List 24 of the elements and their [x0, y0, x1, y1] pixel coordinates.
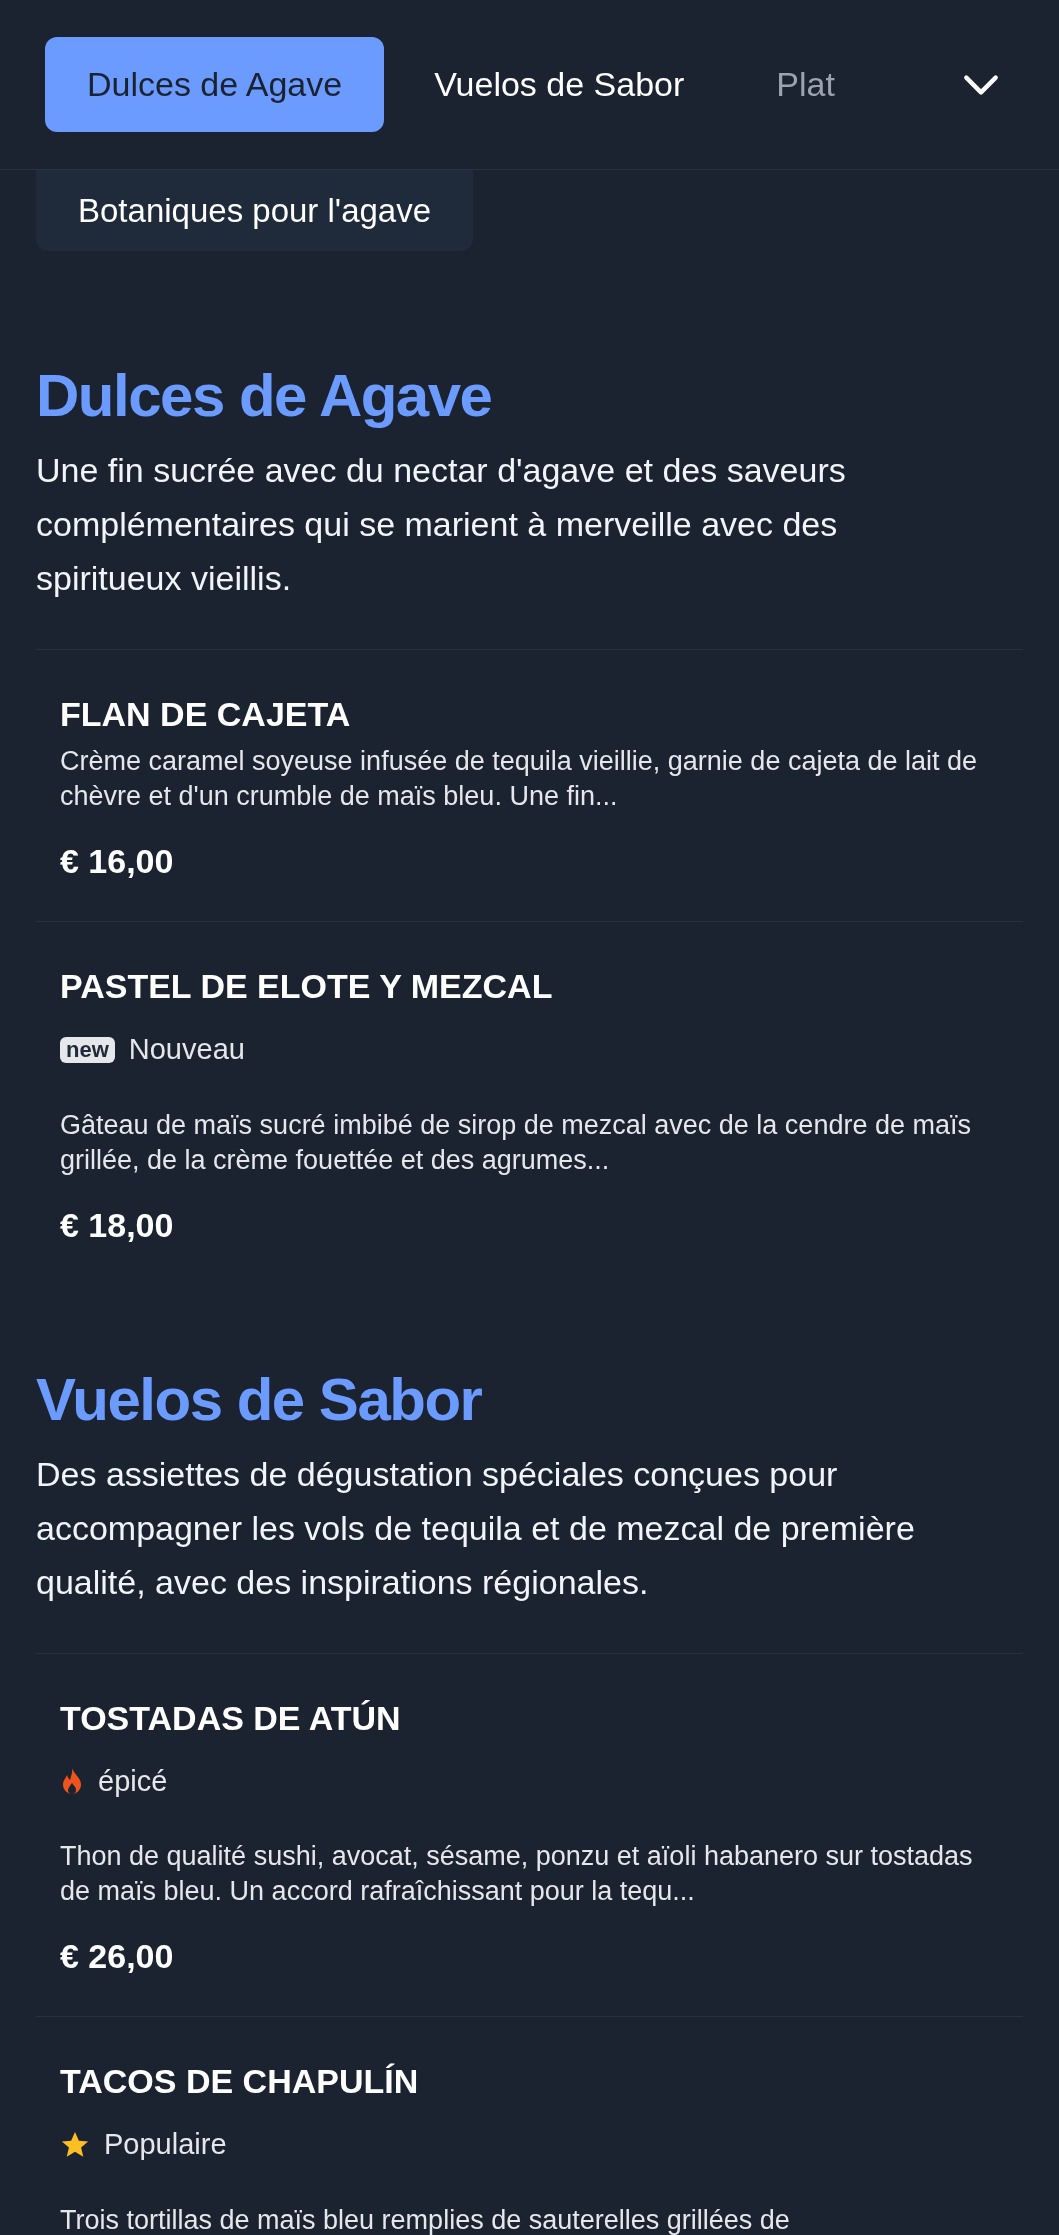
- tag-label: épicé: [98, 1763, 168, 1799]
- section-title: Vuelos de Sabor: [36, 1364, 483, 1435]
- tag-label: Populaire: [104, 2127, 227, 2162]
- category-tab[interactable]: Vuelos de Sabor: [392, 37, 727, 132]
- tag-label: Nouveau: [128, 1032, 245, 1067]
- dish-price: € 26,00: [60, 1936, 175, 1977]
- section-title: Dulces de Agave: [36, 361, 493, 431]
- flame-icon: [60, 1766, 84, 1797]
- dish-name: PASTEL DE ELOTE Y MEZCAL: [60, 966, 554, 1006]
- category-tab[interactable]: Plat: [734, 37, 835, 132]
- dish-price: € 16,00: [60, 841, 175, 882]
- dish-name: TOSTADAS DE ATÚN: [60, 1697, 402, 1738]
- category-tab[interactable]: Dulces de Agave: [45, 37, 385, 132]
- dish-price: € 18,00: [60, 1204, 175, 1246]
- dish-description: Trois tortillas de maïs bleu remplies de sauterelles grillées de: [60, 2203, 791, 2235]
- subcategory-chip[interactable]: Botaniques pour l'agave: [36, 170, 474, 251]
- dish-description: Crème caramel soyeuse infusée de tequila vieillie, garnie de cajeta de lait de chèvre et d'un crumble de maïs bleu. Une fin...: [60, 745, 979, 813]
- dish-description: Thon de qualité sushi, avocat, sésame, ponzu et aïoli habanero sur tostadas de maïs bleu. Un accord rafraîchissant pour la tequ...: [60, 1840, 974, 1908]
- new-badge: new: [60, 1036, 115, 1063]
- dish-name: FLAN DE CAJETA: [60, 694, 352, 734]
- dish-name: TACOS DE CHAPULÍN: [60, 2061, 420, 2101]
- section-description: Des assiettes de dégustation spéciales conçues pour accompagner les vols de tequila et de mezcal de première qualité, avec des inspirations régionales.: [36, 1453, 916, 1603]
- dish-description: Gâteau de maïs sucré imbibé de sirop de mezcal avec de la cendre de maïs grillée, de la crème fouettée et des agrumes...: [60, 1108, 972, 1177]
- section-description: Une fin sucrée avec du nectar d'agave et des saveurs complémentaires qui se marient à merveille avec des spiritueux vieillis.: [36, 450, 847, 599]
